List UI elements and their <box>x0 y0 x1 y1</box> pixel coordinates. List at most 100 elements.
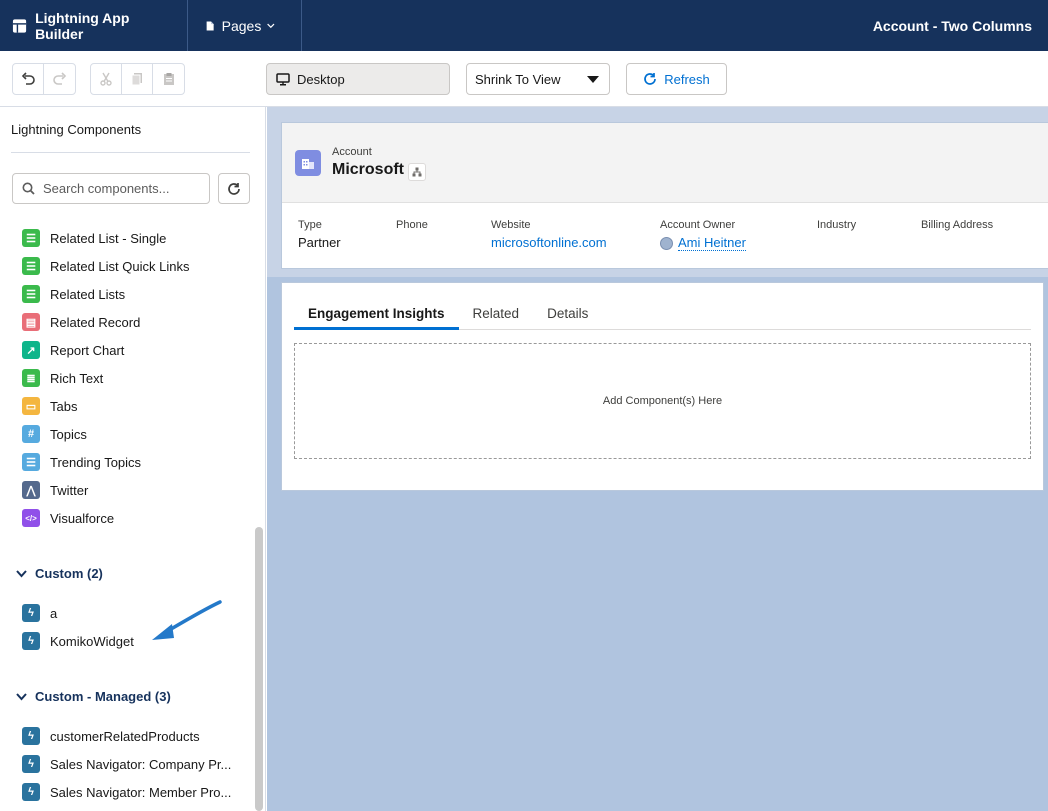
zoom-select[interactable]: Shrink To View <box>466 63 610 95</box>
component-item-label: Visualforce <box>50 510 115 526</box>
section-custom-label: Custom (2) <box>35 566 103 581</box>
related-list-icon: ☰ <box>22 285 40 303</box>
component-item[interactable]: </> Visualforce <box>22 508 114 528</box>
component-dropzone[interactable]: Add Component(s) Here <box>294 343 1031 459</box>
record-header-component[interactable]: Account Microsoft Type Partner Phone Websit… <box>281 122 1048 269</box>
tabs-icon: ▭ <box>22 397 40 415</box>
component-item[interactable]: ▭ Tabs <box>22 396 77 416</box>
field-value[interactable]: microsoftonline.com <box>491 235 607 250</box>
lightning-icon: ϟ <box>22 755 40 773</box>
component-item[interactable]: ϟ Sales Navigator: Company Pr... <box>22 754 231 774</box>
record-field: Phone <box>396 219 428 231</box>
device-selector[interactable]: Desktop <box>266 63 450 95</box>
record-field: Billing Address <box>921 219 993 231</box>
record-field: Type Partner <box>298 219 341 250</box>
section-custom[interactable]: Custom (2) <box>16 566 103 581</box>
related-list-icon: ☰ <box>22 257 40 275</box>
component-item[interactable]: ⋀ Twitter <box>22 480 88 500</box>
hierarchy-icon <box>412 167 422 177</box>
field-label: Industry <box>817 219 857 231</box>
undo-button[interactable] <box>13 64 44 94</box>
redo-icon <box>52 72 66 85</box>
record-field: Account Owner Ami Heitner <box>660 219 746 251</box>
app-title[interactable]: Lightning App Builder <box>0 0 188 51</box>
section-custom-managed[interactable]: Custom - Managed (3) <box>16 689 171 704</box>
search-box <box>12 173 210 204</box>
component-item-label: Twitter <box>50 482 89 498</box>
lightning-icon: ϟ <box>22 632 40 650</box>
tabs-component[interactable]: Engagement Insights Related Details Add Co… <box>281 282 1044 491</box>
component-item[interactable]: ϟ customerRelatedProducts <box>22 726 200 746</box>
component-item[interactable]: ≣ Rich Text <box>22 368 103 388</box>
chevron-down-icon <box>16 692 27 700</box>
record-highlight: Account Microsoft <box>282 123 1048 203</box>
account-icon <box>295 150 321 176</box>
lightning-icon: ϟ <box>22 727 40 745</box>
component-item[interactable]: # Topics <box>22 424 87 444</box>
redo-button[interactable] <box>44 64 75 94</box>
field-label: Account Owner <box>660 219 736 231</box>
refresh-button[interactable]: Refresh <box>626 63 727 95</box>
refresh-components-button[interactable] <box>218 173 250 204</box>
record-icon: ▤ <box>22 313 40 331</box>
annotation-arrow-icon <box>152 600 222 640</box>
component-item[interactable]: ↗ Report Chart <box>22 340 124 360</box>
page-name: Account - Two Columns <box>872 17 1032 34</box>
component-item[interactable]: ϟ Sales Navigator: Member Pro... <box>22 782 231 802</box>
tab-engagement-insights[interactable]: Engagement Insights <box>294 297 459 330</box>
divider <box>11 152 250 153</box>
search-input[interactable] <box>43 181 203 196</box>
cut-button[interactable] <box>91 64 122 94</box>
field-label: Type <box>298 219 322 231</box>
app-builder-icon <box>12 18 27 33</box>
panel-scrollbar[interactable] <box>255 527 263 811</box>
refresh-icon <box>228 182 240 195</box>
pages-menu[interactable]: Pages <box>188 0 302 51</box>
chevron-down-icon <box>16 569 27 577</box>
component-item-label: Report Chart <box>50 342 125 358</box>
refresh-icon <box>644 73 657 85</box>
record-name: Microsoft <box>332 161 404 178</box>
page-icon <box>206 21 214 30</box>
field-label: Phone <box>396 219 428 231</box>
app-title-label: Lightning App Builder <box>35 9 130 42</box>
refresh-label: Refresh <box>664 71 710 87</box>
search-icon <box>22 182 35 195</box>
component-item-label: a <box>50 605 58 621</box>
tab-related[interactable]: Related <box>459 297 534 330</box>
hierarchy-button[interactable] <box>408 163 426 181</box>
component-item[interactable]: ϟ KomikoWidget <box>22 631 134 651</box>
component-item-label: KomikoWidget <box>50 633 134 649</box>
related-list-icon: ☰ <box>22 229 40 247</box>
field-label: Website <box>491 219 531 231</box>
component-item-label: Related List - Single <box>50 230 167 246</box>
paste-button[interactable] <box>153 64 184 94</box>
component-item[interactable]: ☰ Related Lists <box>22 284 125 304</box>
component-item[interactable]: ▤ Related Record <box>22 312 140 332</box>
rich-text-icon: ≣ <box>22 369 40 387</box>
record-field: Website microsoftonline.com <box>491 219 607 250</box>
toolbar: Desktop Shrink To View Refresh <box>0 51 1048 107</box>
section-managed-label: Custom - Managed (3) <box>35 689 171 704</box>
history-group <box>12 63 76 95</box>
field-label: Billing Address <box>921 219 994 231</box>
code-icon: </> <box>22 509 40 527</box>
copy-button[interactable] <box>122 64 153 94</box>
component-item-label: Rich Text <box>50 370 104 386</box>
hash-icon: # <box>22 425 40 443</box>
tab-details[interactable]: Details <box>533 297 602 330</box>
clipboard-group <box>90 63 185 95</box>
component-item[interactable]: ☰ Related List Quick Links <box>22 256 189 276</box>
component-item[interactable]: ☰ Related List - Single <box>22 228 166 248</box>
account-owner-link[interactable]: Ami Heitner <box>660 235 746 251</box>
component-item[interactable]: ϟa <box>22 603 57 623</box>
owner-name[interactable]: Ami Heitner <box>678 235 746 251</box>
dropzone-label: Add Component(s) Here <box>602 395 723 407</box>
component-item-label: Sales Navigator: Member Pro... <box>50 784 232 800</box>
component-item-label: Related Lists <box>50 286 126 302</box>
component-item[interactable]: ☰ Trending Topics <box>22 452 141 472</box>
caret-down-icon <box>587 76 599 83</box>
component-item-label: Tabs <box>50 398 78 414</box>
component-item-label: Trending Topics <box>50 454 142 470</box>
app-header: Lightning App Builder Pages Account - Tw… <box>0 0 1048 51</box>
